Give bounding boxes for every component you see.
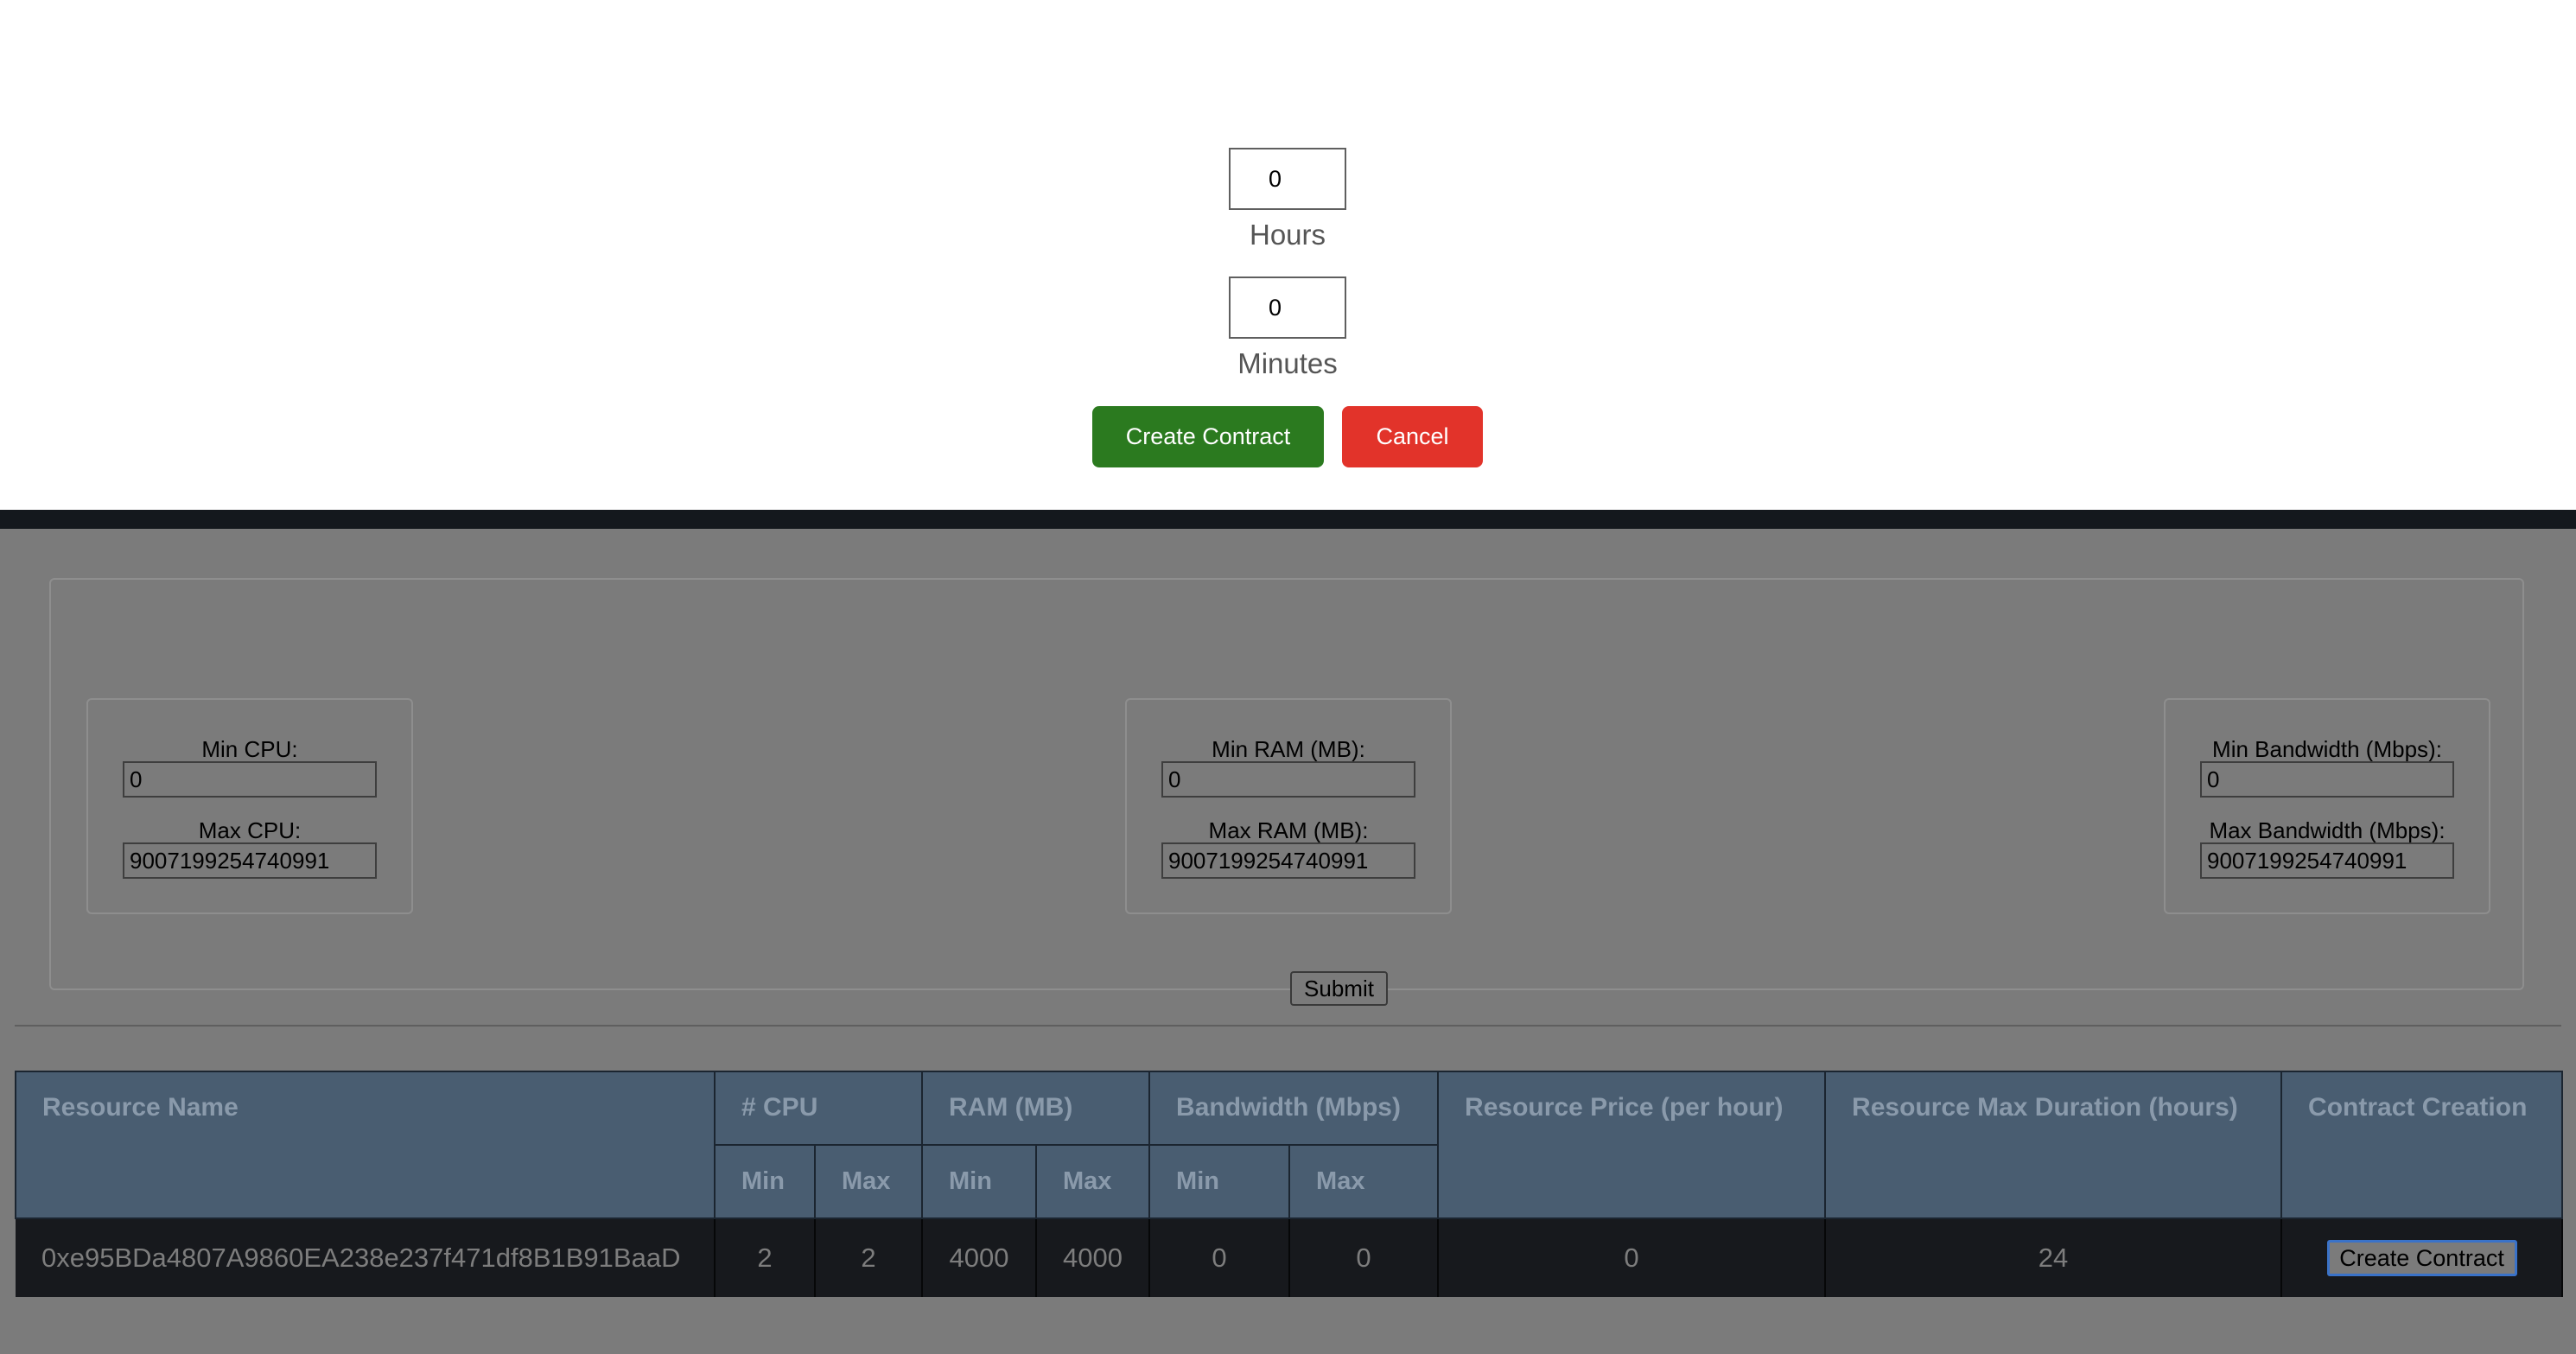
create-contract-button[interactable]: Create Contract [1092,406,1324,467]
min-ram-input[interactable] [1161,761,1415,798]
price-header: Resource Price (per hour) [1437,1071,1827,1219]
divider [15,1025,2561,1027]
max-bandwidth-input[interactable] [2200,842,2454,879]
resource-page: Min CPU: Max CPU: Min RAM (MB): Max RAM … [0,529,2576,1354]
table-row: 0xe95BDa4807A9860EA238e237f471df8B1B91Ba… [16,1218,2564,1297]
cpu-header: # CPU [713,1071,924,1146]
ram-min-header: Min [921,1144,1038,1219]
resource-name-cell: 0xe95BDa4807A9860EA238e237f471df8B1B91Ba… [16,1218,716,1297]
ram-header: RAM (MB) [921,1071,1151,1146]
max-cpu-label: Max CPU: [198,817,302,843]
cpu-max-cell: 2 [815,1218,924,1297]
bandwidth-min-header: Min [1148,1144,1291,1219]
ram-max-cell: 4000 [1036,1218,1151,1297]
min-bandwidth-input[interactable] [2200,761,2454,798]
submit-button[interactable]: Submit [1290,971,1388,1006]
hours-input[interactable] [1229,148,1346,210]
cancel-button[interactable]: Cancel [1342,406,1483,467]
bandwidth-min-cell: 0 [1149,1218,1291,1297]
cpu-min-cell: 2 [715,1218,816,1297]
max-ram-label: Max RAM (MB): [1208,817,1369,843]
minutes-input[interactable] [1229,277,1346,339]
contract-creation-header: Contract Creation [2280,1071,2564,1219]
row-create-contract-button[interactable]: Create Contract [2326,1240,2517,1276]
price-cell: 0 [1438,1218,1827,1297]
bandwidth-max-header: Max [1288,1144,1440,1219]
ram-max-header: Max [1035,1144,1151,1219]
min-cpu-label: Min CPU: [201,736,298,762]
bandwidth-filter-box: Min Bandwidth (Mbps): Max Bandwidth (Mbp… [2164,698,2490,914]
cpu-min-header: Min [714,1144,816,1219]
bandwidth-header: Bandwidth (Mbps) [1148,1071,1440,1146]
max-ram-input[interactable] [1161,842,1415,879]
cpu-max-header: Max [813,1144,924,1219]
min-bandwidth-label: Min Bandwidth (Mbps): [2212,736,2442,762]
create-contract-modal: Hours Minutes Create Contract Cancel [0,0,2576,510]
resource-name-header: Resource Name [15,1071,716,1219]
cpu-filter-box: Min CPU: Max CPU: [86,698,413,914]
resource-table: Resource Name # CPU RAM (MB) Bandwidth (… [15,1071,2564,1297]
ram-filter-box: Min RAM (MB): Max RAM (MB): [1125,698,1452,914]
min-ram-label: Min RAM (MB): [1212,736,1365,762]
duration-cell: 24 [1825,1218,2283,1297]
ram-min-cell: 4000 [922,1218,1038,1297]
bandwidth-max-cell: 0 [1289,1218,1440,1297]
max-cpu-input[interactable] [123,842,377,879]
min-cpu-input[interactable] [123,761,377,798]
duration-header: Resource Max Duration (hours) [1824,1071,2283,1219]
max-bandwidth-label: Max Bandwidth (Mbps): [2209,817,2446,843]
minutes-label: Minutes [1237,347,1338,379]
contract-creation-cell: Create Contract [2281,1218,2564,1297]
hours-label: Hours [1249,219,1326,251]
filter-panel: Min CPU: Max CPU: Min RAM (MB): Max RAM … [49,578,2524,1006]
top-bar [0,510,2576,529]
